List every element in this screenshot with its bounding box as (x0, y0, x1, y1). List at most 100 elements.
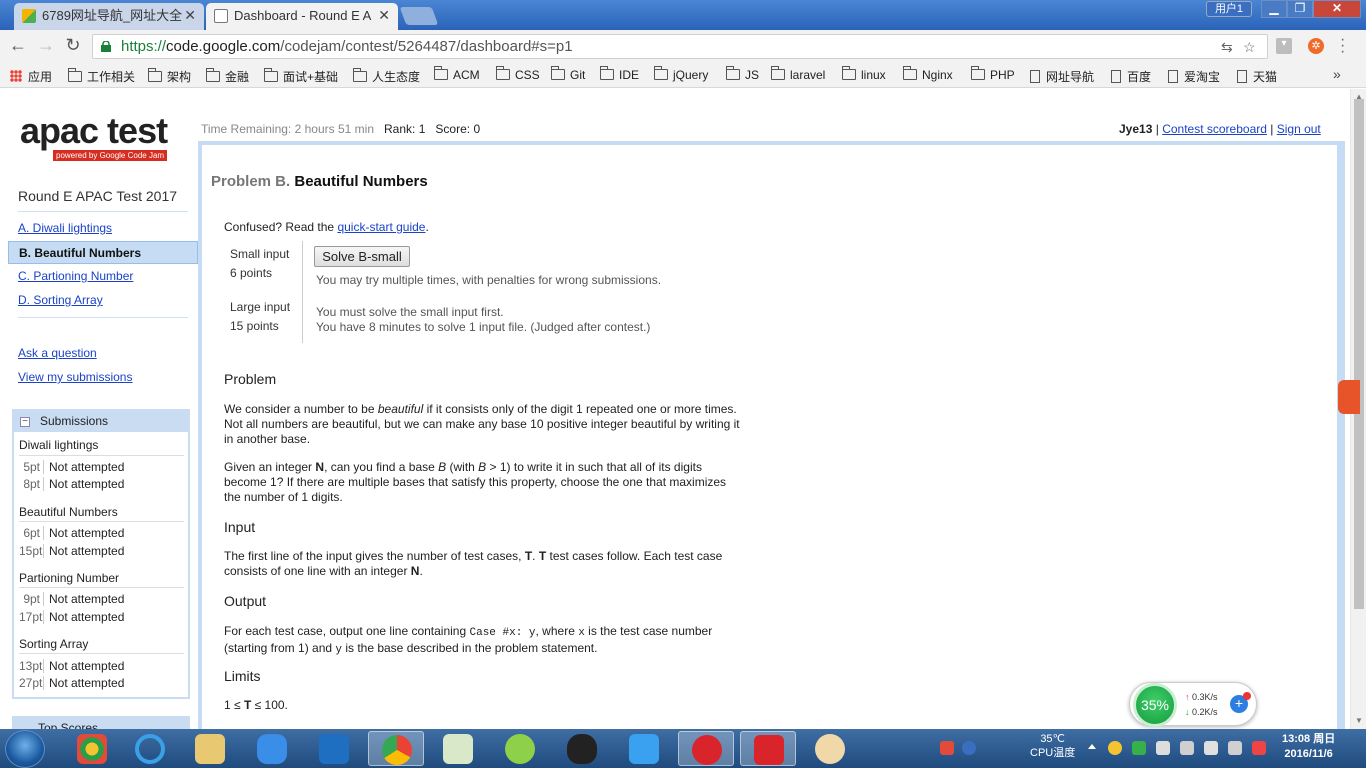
bookmark-folder[interactable]: PHP (971, 66, 1015, 82)
maximize-button[interactable]: ❐ (1287, 0, 1313, 18)
bookmark-page[interactable]: 爱淘宝 (1168, 68, 1220, 85)
bookmark-folder[interactable]: Nginx (903, 66, 953, 82)
tab-dashboard[interactable]: Dashboard - Round E A ✕ (206, 3, 398, 30)
bookmark-folder[interactable]: JS (726, 66, 759, 82)
bookmark-folder[interactable]: laravel (771, 66, 825, 82)
tray-check-icon[interactable] (1132, 741, 1146, 755)
problem-link-a[interactable]: A. Diwali lightings (18, 221, 112, 235)
taskbar-explorer[interactable] (182, 731, 238, 766)
app-icon (629, 734, 659, 764)
extension-orange-icon[interactable]: ✲ (1308, 38, 1324, 54)
shield-icon (754, 735, 784, 765)
bookmark-folder[interactable]: 金融 (206, 68, 249, 85)
bookmark-apps[interactable]: 应用 (10, 68, 52, 85)
tray-expand-icon[interactable] (1088, 744, 1096, 749)
browser-toolbar: ← → ↻ https://code.google.com/codejam/co… (0, 30, 1366, 63)
submissions-header[interactable]: − Submissions (14, 411, 188, 432)
taskbar-chrome[interactable] (368, 731, 424, 766)
close-tab-icon[interactable]: ✕ (184, 3, 196, 28)
tray-sogou-icon[interactable] (940, 741, 954, 755)
reload-icon[interactable]: ↻ (63, 36, 83, 56)
submission-row: 6pt Not attempted (19, 526, 124, 540)
bookmark-folder[interactable]: jQuery (654, 66, 708, 82)
taskbar-paint[interactable] (802, 731, 858, 766)
tab-6789[interactable]: 6789网址导航_网址大全 ✕ (14, 3, 204, 30)
contest-scoreboard-link[interactable]: Contest scoreboard (1162, 122, 1267, 136)
submission-problem-name: Partioning Number (19, 571, 120, 585)
scroll-down-icon[interactable]: ▼ (1355, 716, 1363, 725)
bookmark-page[interactable]: 天猫 (1237, 68, 1277, 85)
bookmark-folder[interactable]: IDE (600, 66, 639, 82)
folder-icon (195, 734, 225, 764)
bookmark-folder[interactable]: CSS (496, 66, 540, 82)
large-input-hint: You have 8 minutes to solve 1 input file… (316, 320, 651, 334)
tray-help-icon[interactable] (962, 741, 976, 755)
bookmark-page[interactable]: 网址导航 (1030, 68, 1094, 85)
star-icon[interactable]: ☆ (1243, 39, 1256, 56)
taskbar-ie[interactable] (122, 731, 178, 766)
bookmark-folder[interactable]: 人生态度 (353, 68, 420, 85)
tray-volume-muted-icon[interactable] (1252, 741, 1266, 755)
taskbar-app[interactable] (430, 731, 486, 766)
plus-icon[interactable]: + (1230, 692, 1251, 713)
new-tab-button[interactable] (399, 7, 439, 25)
tray-people-icon[interactable] (1180, 741, 1194, 755)
tray-network-off-icon[interactable] (1156, 741, 1170, 755)
tray-device-icon[interactable] (1204, 741, 1218, 755)
close-tab-icon[interactable]: ✕ (378, 3, 390, 28)
limits-text: 1 ≤ T ≤ 100. (224, 698, 288, 712)
submission-problem-name: Sorting Array (19, 637, 89, 651)
bookmark-folder[interactable]: 面试+基础 (264, 68, 338, 85)
bookmark-folder[interactable]: 架构 (148, 68, 191, 85)
start-button[interactable] (5, 730, 45, 768)
bookmark-folder[interactable]: linux (842, 66, 886, 82)
ask-question-link[interactable]: Ask a question (18, 346, 97, 360)
time-remaining: 2 hours 51 min (294, 122, 374, 136)
quick-start-guide-link[interactable]: quick-start guide (337, 220, 425, 234)
bookmark-folder[interactable]: ACM (434, 66, 480, 82)
tray-flag-icon[interactable] (1228, 741, 1242, 755)
quick-start-hint: Confused? Read the quick-start guide. (224, 220, 429, 234)
sign-out-link[interactable]: Sign out (1277, 122, 1321, 136)
solve-small-button[interactable]: Solve B-small (314, 246, 410, 267)
taskbar-app[interactable] (244, 731, 300, 766)
problem-link-c[interactable]: C. Partioning Number (18, 269, 133, 283)
side-widget-icon[interactable] (1338, 380, 1360, 414)
submission-row: 5pt Not attempted (19, 460, 124, 474)
minimize-button[interactable]: ▁ (1261, 0, 1287, 18)
download-speed: ↓ 0.2K/s (1185, 707, 1218, 717)
taskbar-app[interactable] (616, 731, 672, 766)
menu-icon[interactable]: · · · (1340, 32, 1345, 60)
system-clock[interactable]: 13:08 周日 2016/11/6 (1282, 732, 1335, 762)
user-links: Jye13 | Contest scoreboard | Sign out (1119, 122, 1321, 136)
taskbar-app[interactable] (64, 731, 120, 766)
folder-icon (496, 66, 510, 80)
taskbar-outlook[interactable] (306, 731, 362, 766)
taskbar-qq[interactable] (554, 731, 610, 766)
address-bar[interactable]: https://code.google.com/codejam/contest/… (92, 34, 1268, 59)
taskbar-app[interactable] (492, 731, 548, 766)
bookmark-folder[interactable]: Git (551, 66, 585, 82)
bookmark-page[interactable]: 百度 (1111, 68, 1151, 85)
collapse-icon[interactable]: − (20, 417, 30, 427)
taskbar: 35℃ CPU温度 13:08 周日 2016/11/6 (0, 729, 1366, 768)
top-scores-header[interactable]: Top Scores (12, 716, 190, 729)
more-bookmarks-chevron-icon[interactable]: » (1333, 66, 1341, 82)
tray-plus-icon[interactable] (1108, 741, 1122, 755)
taskbar-app[interactable] (740, 731, 796, 766)
profile-button[interactable]: 用户1 (1206, 1, 1252, 17)
view-submissions-link[interactable]: View my submissions (18, 370, 132, 384)
forward-arrow-icon[interactable]: → (36, 36, 56, 56)
taskbar-app[interactable] (678, 731, 734, 766)
window-close-button[interactable]: ✕ (1313, 0, 1361, 18)
back-arrow-icon[interactable]: ← (8, 36, 28, 56)
network-gauge[interactable]: 35% ↑ 0.3K/s ↓ 0.2K/s + (1129, 682, 1257, 727)
bookmark-folder[interactable]: 工作相关 (68, 68, 135, 85)
extension-icon[interactable]: ▾ (1276, 38, 1292, 54)
scrollbar-thumb[interactable] (1354, 99, 1364, 609)
apac-test-logo[interactable]: apac test powered by Google Code Jam (20, 113, 168, 161)
problem-link-b-active[interactable]: B. Beautiful Numbers (8, 241, 198, 264)
problem-link-d[interactable]: D. Sorting Array (18, 293, 103, 307)
translate-icon[interactable]: ⇆ (1221, 39, 1233, 56)
lock-icon (101, 41, 111, 52)
